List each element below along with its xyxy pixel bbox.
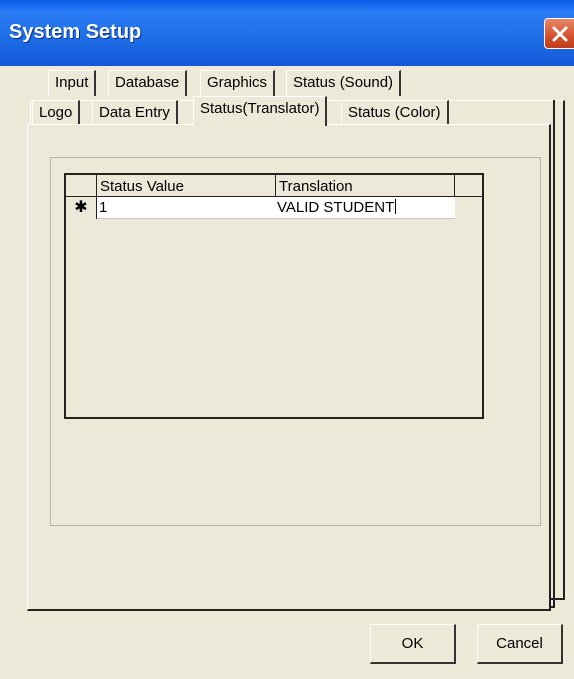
translation-grid[interactable]: Status Value Translation ✱ 1 VALID STUDE… xyxy=(64,173,484,419)
close-icon xyxy=(552,26,568,42)
window-title: System Setup xyxy=(9,21,142,43)
system-setup-dialog: System Setup Input Database Graphics Sta… xyxy=(0,0,574,679)
cell-translation-text: VALID STUDENT xyxy=(277,199,395,216)
text-cursor xyxy=(395,199,397,214)
tab-status-sound[interactable]: Status (Sound) xyxy=(286,70,402,96)
tab-database[interactable]: Database xyxy=(108,70,188,96)
tab-status-color[interactable]: Status (Color) xyxy=(341,100,449,126)
table-row[interactable]: ✱ 1 VALID STUDENT xyxy=(66,197,482,219)
tab-input[interactable]: Input xyxy=(48,70,97,96)
ok-button[interactable]: OK xyxy=(370,624,456,664)
tab-status-translator[interactable]: Status(Translator) xyxy=(193,96,328,126)
cancel-button[interactable]: Cancel xyxy=(477,624,563,664)
new-row-icon: ✱ xyxy=(66,197,97,219)
header-selector xyxy=(66,175,97,196)
cell-status-value[interactable]: 1 xyxy=(97,197,276,219)
header-translation[interactable]: Translation xyxy=(276,175,455,196)
tab-graphics[interactable]: Graphics xyxy=(200,70,276,96)
close-button[interactable] xyxy=(544,18,574,49)
grid-header: Status Value Translation xyxy=(66,175,482,197)
tab-data-entry[interactable]: Data Entry xyxy=(92,100,178,126)
tab-logo[interactable]: Logo xyxy=(32,100,81,126)
title-bar[interactable]: System Setup xyxy=(0,0,574,66)
header-status-value[interactable]: Status Value xyxy=(97,175,276,196)
cell-translation[interactable]: VALID STUDENT xyxy=(276,197,455,219)
